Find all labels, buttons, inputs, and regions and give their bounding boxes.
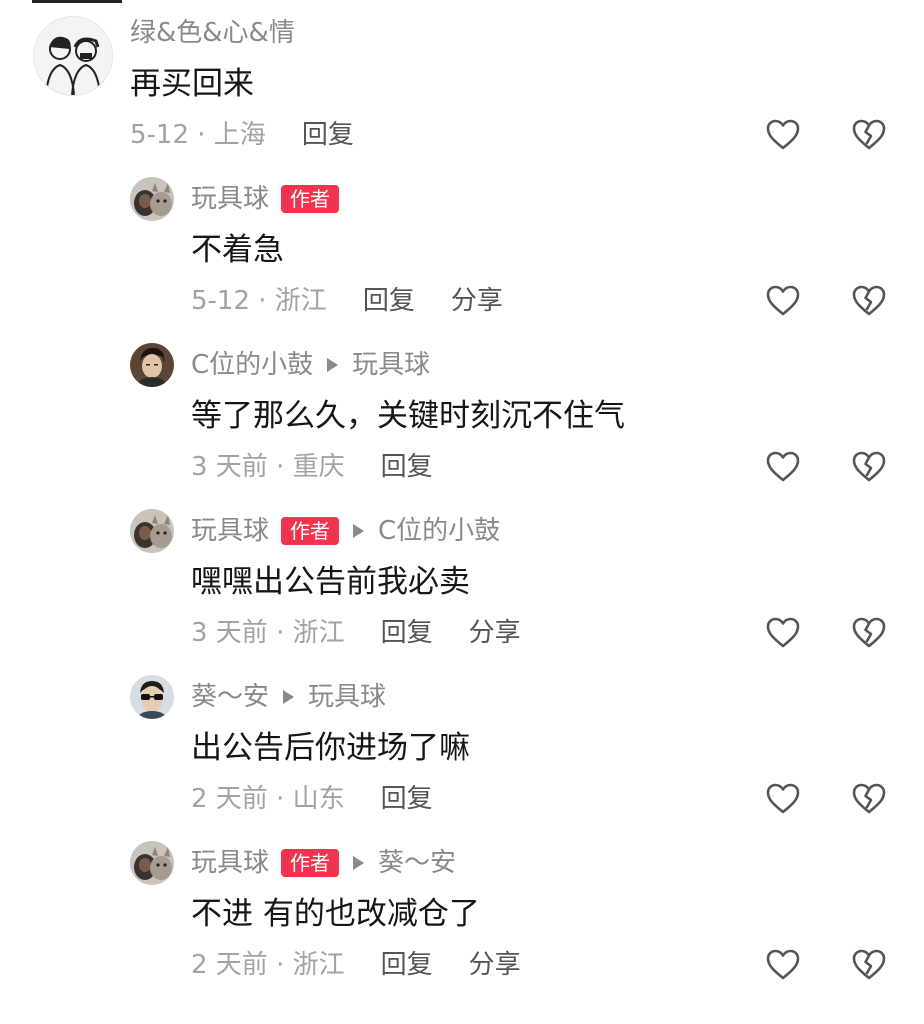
- username[interactable]: 玩具球: [191, 514, 269, 548]
- heart-outline-icon: [766, 783, 800, 814]
- comment-text: 再买回来: [130, 66, 254, 102]
- comment-text: 不进 有的也改减仓了: [191, 896, 480, 932]
- date-location: 2 天前 · 山东: [191, 784, 345, 814]
- sketch-couple-avatar-icon: [34, 17, 112, 95]
- comment-item: 葵～安 玩具球 出公告后你进场了嘛 2 天前 · 山东 回复: [0, 664, 924, 830]
- dog-cat-avatar-icon: [130, 841, 174, 885]
- comment-text: 不着急: [191, 232, 284, 268]
- heart-outline-icon: [766, 285, 800, 316]
- comment-header: 玩具球 作者 C位的小鼓: [191, 514, 500, 548]
- comment-meta: 3 天前 · 浙江 回复 分享: [191, 616, 521, 650]
- share-button[interactable]: 分享: [469, 616, 521, 650]
- dislike-button[interactable]: [851, 117, 887, 153]
- comment-meta: 3 天前 · 重庆 回复: [191, 450, 433, 484]
- date-location: 5-12 · 上海: [130, 120, 266, 150]
- reply-button[interactable]: 回复: [363, 284, 415, 318]
- reply-to-username[interactable]: 玩具球: [308, 680, 386, 714]
- comment-item: 玩具球 作者 C位的小鼓 嘿嘿出公告前我必卖 3 天前 · 浙江 回复 分享: [0, 498, 924, 664]
- username[interactable]: 玩具球: [191, 182, 269, 216]
- share-button[interactable]: 分享: [469, 948, 521, 982]
- comment-item: C位的小鼓 玩具球 等了那么久，关键时刻沉不住气 3 天前 · 重庆 回复: [0, 332, 924, 498]
- date-location: 5-12 · 浙江: [191, 286, 327, 316]
- comment-header: 玩具球 作者 葵～安: [191, 846, 456, 880]
- reply-button[interactable]: 回复: [381, 782, 433, 816]
- comment-header: C位的小鼓 玩具球: [191, 348, 430, 382]
- comment-header: 绿&色&心&情: [130, 16, 295, 50]
- dislike-button[interactable]: [851, 283, 887, 319]
- dislike-button[interactable]: [851, 449, 887, 485]
- heart-outline-icon: [766, 119, 800, 150]
- reply-button[interactable]: 回复: [302, 118, 354, 152]
- reply-arrow-icon: [353, 856, 365, 870]
- dog-cat-avatar-icon: [130, 177, 174, 221]
- reply-button[interactable]: 回复: [381, 450, 433, 484]
- comment-meta: 2 天前 · 浙江 回复 分享: [191, 948, 521, 982]
- like-button[interactable]: [765, 449, 801, 485]
- author-badge: 作者: [281, 849, 340, 877]
- like-button[interactable]: [765, 947, 801, 983]
- dislike-button[interactable]: [851, 947, 887, 983]
- heart-outline-icon: [766, 949, 800, 980]
- reply-to-username[interactable]: 葵～安: [378, 846, 456, 880]
- comment-header: 玩具球 作者: [191, 182, 340, 216]
- avatar[interactable]: [130, 509, 174, 553]
- like-button[interactable]: [765, 283, 801, 319]
- date-location: 3 天前 · 重庆: [191, 452, 345, 482]
- avatar[interactable]: [130, 177, 174, 221]
- share-button[interactable]: 分享: [451, 284, 503, 318]
- comment-header: 葵～安 玩具球: [191, 680, 386, 714]
- dog-cat-avatar-icon: [130, 509, 174, 553]
- broken-heart-icon: [852, 949, 886, 980]
- reply-arrow-icon: [327, 358, 339, 372]
- like-button[interactable]: [765, 615, 801, 651]
- comment-text: 出公告后你进场了嘛: [191, 730, 470, 766]
- broken-heart-icon: [852, 285, 886, 316]
- heart-outline-icon: [766, 617, 800, 648]
- author-badge: 作者: [281, 517, 340, 545]
- broken-heart-icon: [852, 617, 886, 648]
- reply-to-username[interactable]: C位的小鼓: [378, 514, 500, 548]
- broken-heart-icon: [852, 119, 886, 150]
- username[interactable]: 玩具球: [191, 846, 269, 880]
- comment-item: 玩具球 作者 不着急 5-12 · 浙江 回复 分享: [0, 166, 924, 332]
- comment-item: 玩具球 作者 葵～安 不进 有的也改减仓了 2 天前 · 浙江 回复 分享: [0, 830, 924, 996]
- reply-to-username[interactable]: 玩具球: [352, 348, 430, 382]
- author-badge: 作者: [281, 185, 340, 213]
- avatar[interactable]: [130, 675, 174, 719]
- man-portrait-avatar-icon: [130, 343, 174, 387]
- dislike-button[interactable]: [851, 615, 887, 651]
- reply-arrow-icon: [283, 690, 295, 704]
- broken-heart-icon: [852, 451, 886, 482]
- comment-text: 嘿嘿出公告前我必卖: [191, 564, 470, 600]
- username[interactable]: C位的小鼓: [191, 348, 313, 382]
- like-button[interactable]: [765, 781, 801, 817]
- broken-heart-icon: [852, 783, 886, 814]
- comment-meta: 5-12 · 浙江 回复 分享: [191, 284, 503, 318]
- username[interactable]: 葵～安: [191, 680, 269, 714]
- reply-button[interactable]: 回复: [381, 616, 433, 650]
- date-location: 2 天前 · 浙江: [191, 950, 345, 980]
- comment-item: 绿&色&心&情 再买回来 5-12 · 上海 回复: [0, 0, 924, 170]
- sunglasses-avatar-icon: [130, 675, 174, 719]
- like-button[interactable]: [765, 117, 801, 153]
- reply-button[interactable]: 回复: [381, 948, 433, 982]
- avatar[interactable]: [130, 841, 174, 885]
- avatar[interactable]: [33, 16, 113, 96]
- comment-meta: 2 天前 · 山东 回复: [191, 782, 433, 816]
- comment-meta: 5-12 · 上海 回复: [130, 118, 354, 152]
- dislike-button[interactable]: [851, 781, 887, 817]
- comment-text: 等了那么久，关键时刻沉不住气: [191, 398, 625, 434]
- username[interactable]: 绿&色&心&情: [130, 16, 295, 50]
- heart-outline-icon: [766, 451, 800, 482]
- date-location: 3 天前 · 浙江: [191, 618, 345, 648]
- avatar[interactable]: [130, 343, 174, 387]
- reply-arrow-icon: [353, 524, 365, 538]
